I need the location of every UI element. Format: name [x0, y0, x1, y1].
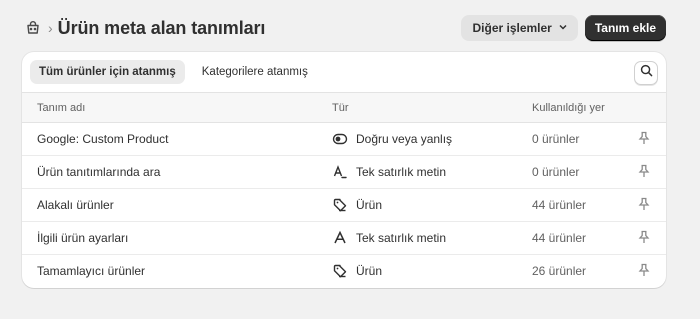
definition-type: Ürün: [332, 188, 532, 222]
search-icon: [640, 64, 653, 82]
pin-icon[interactable]: [636, 163, 652, 179]
definition-name[interactable]: Ürün tanıtımlarında ara: [22, 155, 332, 189]
more-actions-button[interactable]: Diğer işlemler: [461, 15, 578, 41]
product-tag-icon: [332, 197, 348, 213]
pin-icon[interactable]: [636, 130, 652, 146]
text-line-icon: [332, 164, 348, 180]
table-row[interactable]: İlgili ürün ayarları Tek satırlık metin …: [22, 221, 666, 255]
usage-count: 44 ürünler: [532, 221, 632, 255]
definition-name[interactable]: Google: Custom Product: [22, 122, 332, 156]
table-row[interactable]: Alakalı ürünler Ürün 44 ürünler: [22, 188, 666, 222]
tabs-bar: Tüm ürünler için atanmış Kategorilere at…: [22, 52, 666, 92]
table-row[interactable]: Google: Custom Product Doğru veya yanlış…: [22, 122, 666, 156]
text-icon: [332, 230, 348, 246]
header-actions: Diğer işlemler Tanım ekle: [461, 15, 666, 41]
page-header: › Ürün meta alan tanımları Diğer işlemle…: [24, 14, 666, 42]
definitions-table: Tanım adı Tür Kullanıldığı yer Google: C…: [22, 92, 666, 288]
type-label: Tek satırlık metin: [356, 231, 447, 245]
definition-type: Ürün: [332, 255, 532, 288]
toggle-icon: [332, 131, 348, 147]
type-label: Ürün: [356, 264, 383, 279]
chevron-down-icon: [558, 21, 568, 35]
column-header-type[interactable]: Tür: [332, 92, 532, 123]
usage-count: 26 ürünler: [532, 264, 587, 279]
search-button[interactable]: [634, 61, 658, 85]
definitions-card: Tüm ürünler için atanmış Kategorilere at…: [22, 52, 666, 288]
pin-cell: [632, 255, 666, 288]
type-label: Ürün: [356, 198, 383, 212]
pin-cell: [632, 155, 666, 189]
product-tag-icon: [332, 263, 348, 279]
definition-name[interactable]: Tamamlayıcı ürünler: [22, 255, 332, 288]
definition-type: Tek satırlık metin: [332, 155, 532, 189]
usage-count: 0 ürünler: [532, 122, 632, 156]
breadcrumb-chevron-icon: ›: [48, 20, 53, 36]
type-label: Doğru veya yanlış: [356, 132, 453, 146]
more-actions-label: Diğer işlemler: [472, 21, 552, 35]
definition-type: Tek satırlık metin: [332, 221, 532, 255]
pin-cell: [632, 188, 666, 222]
table-header-row: Tanım adı Tür Kullanıldığı yer: [22, 92, 666, 123]
pin-icon[interactable]: [636, 229, 652, 245]
add-definition-button[interactable]: Tanım ekle: [584, 15, 666, 41]
table-row[interactable]: Ürün tanıtımlarında ara Tek satırlık met…: [22, 155, 666, 189]
definition-name[interactable]: İlgili ürün ayarları: [22, 221, 332, 255]
column-header-name[interactable]: Tanım adı: [22, 92, 332, 123]
type-label: Tek satırlık metin: [356, 165, 447, 179]
definition-type: Doğru veya yanlış: [332, 122, 532, 156]
pin-cell: [632, 122, 666, 156]
product-icon[interactable]: [24, 19, 42, 37]
usage-count: 44 ürünler: [532, 188, 632, 222]
pin-cell: [632, 221, 666, 255]
column-header-usage[interactable]: Kullanıldığı yer: [532, 92, 632, 123]
usage-count: 0 ürünler: [532, 155, 632, 189]
pin-icon[interactable]: [636, 196, 652, 212]
tab-categories[interactable]: Kategorilere atanmış: [193, 60, 317, 84]
table-row[interactable]: Tamamlayıcı ürünler Ürün 26 ürünler: [22, 255, 666, 288]
column-header-pin: [632, 92, 666, 123]
tab-all-products[interactable]: Tüm ürünler için atanmış: [30, 60, 185, 84]
definition-name[interactable]: Alakalı ürünler: [22, 188, 332, 222]
pin-icon[interactable]: [636, 262, 652, 278]
page-title: Ürün meta alan tanımları: [57, 17, 266, 38]
